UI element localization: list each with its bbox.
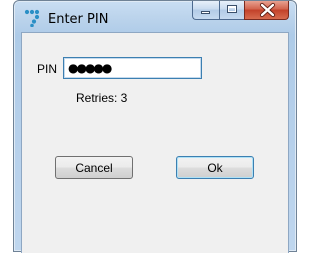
- pin-label: PIN: [37, 62, 58, 76]
- pin-input[interactable]: [63, 57, 202, 79]
- title-bar[interactable]: Enter PIN: [14, 1, 296, 33]
- dialog-window: Enter PIN PIN Retries: 3 Cancel Ok: [13, 0, 297, 253]
- minimize-button[interactable]: [192, 1, 219, 20]
- app-dots-icon: [24, 9, 40, 27]
- dialog-client-area: PIN Retries: 3 Cancel Ok: [21, 32, 289, 253]
- close-icon: [259, 2, 276, 18]
- maximize-button[interactable]: [219, 1, 244, 20]
- window-title: Enter PIN: [48, 12, 109, 27]
- minimize-icon: [201, 11, 210, 14]
- cancel-button[interactable]: Cancel: [55, 156, 133, 179]
- caption-buttons: [192, 1, 289, 21]
- maximize-icon: [227, 5, 237, 13]
- close-button[interactable]: [244, 1, 289, 20]
- retries-text: Retries: 3: [76, 91, 128, 105]
- ok-button[interactable]: Ok: [176, 156, 254, 179]
